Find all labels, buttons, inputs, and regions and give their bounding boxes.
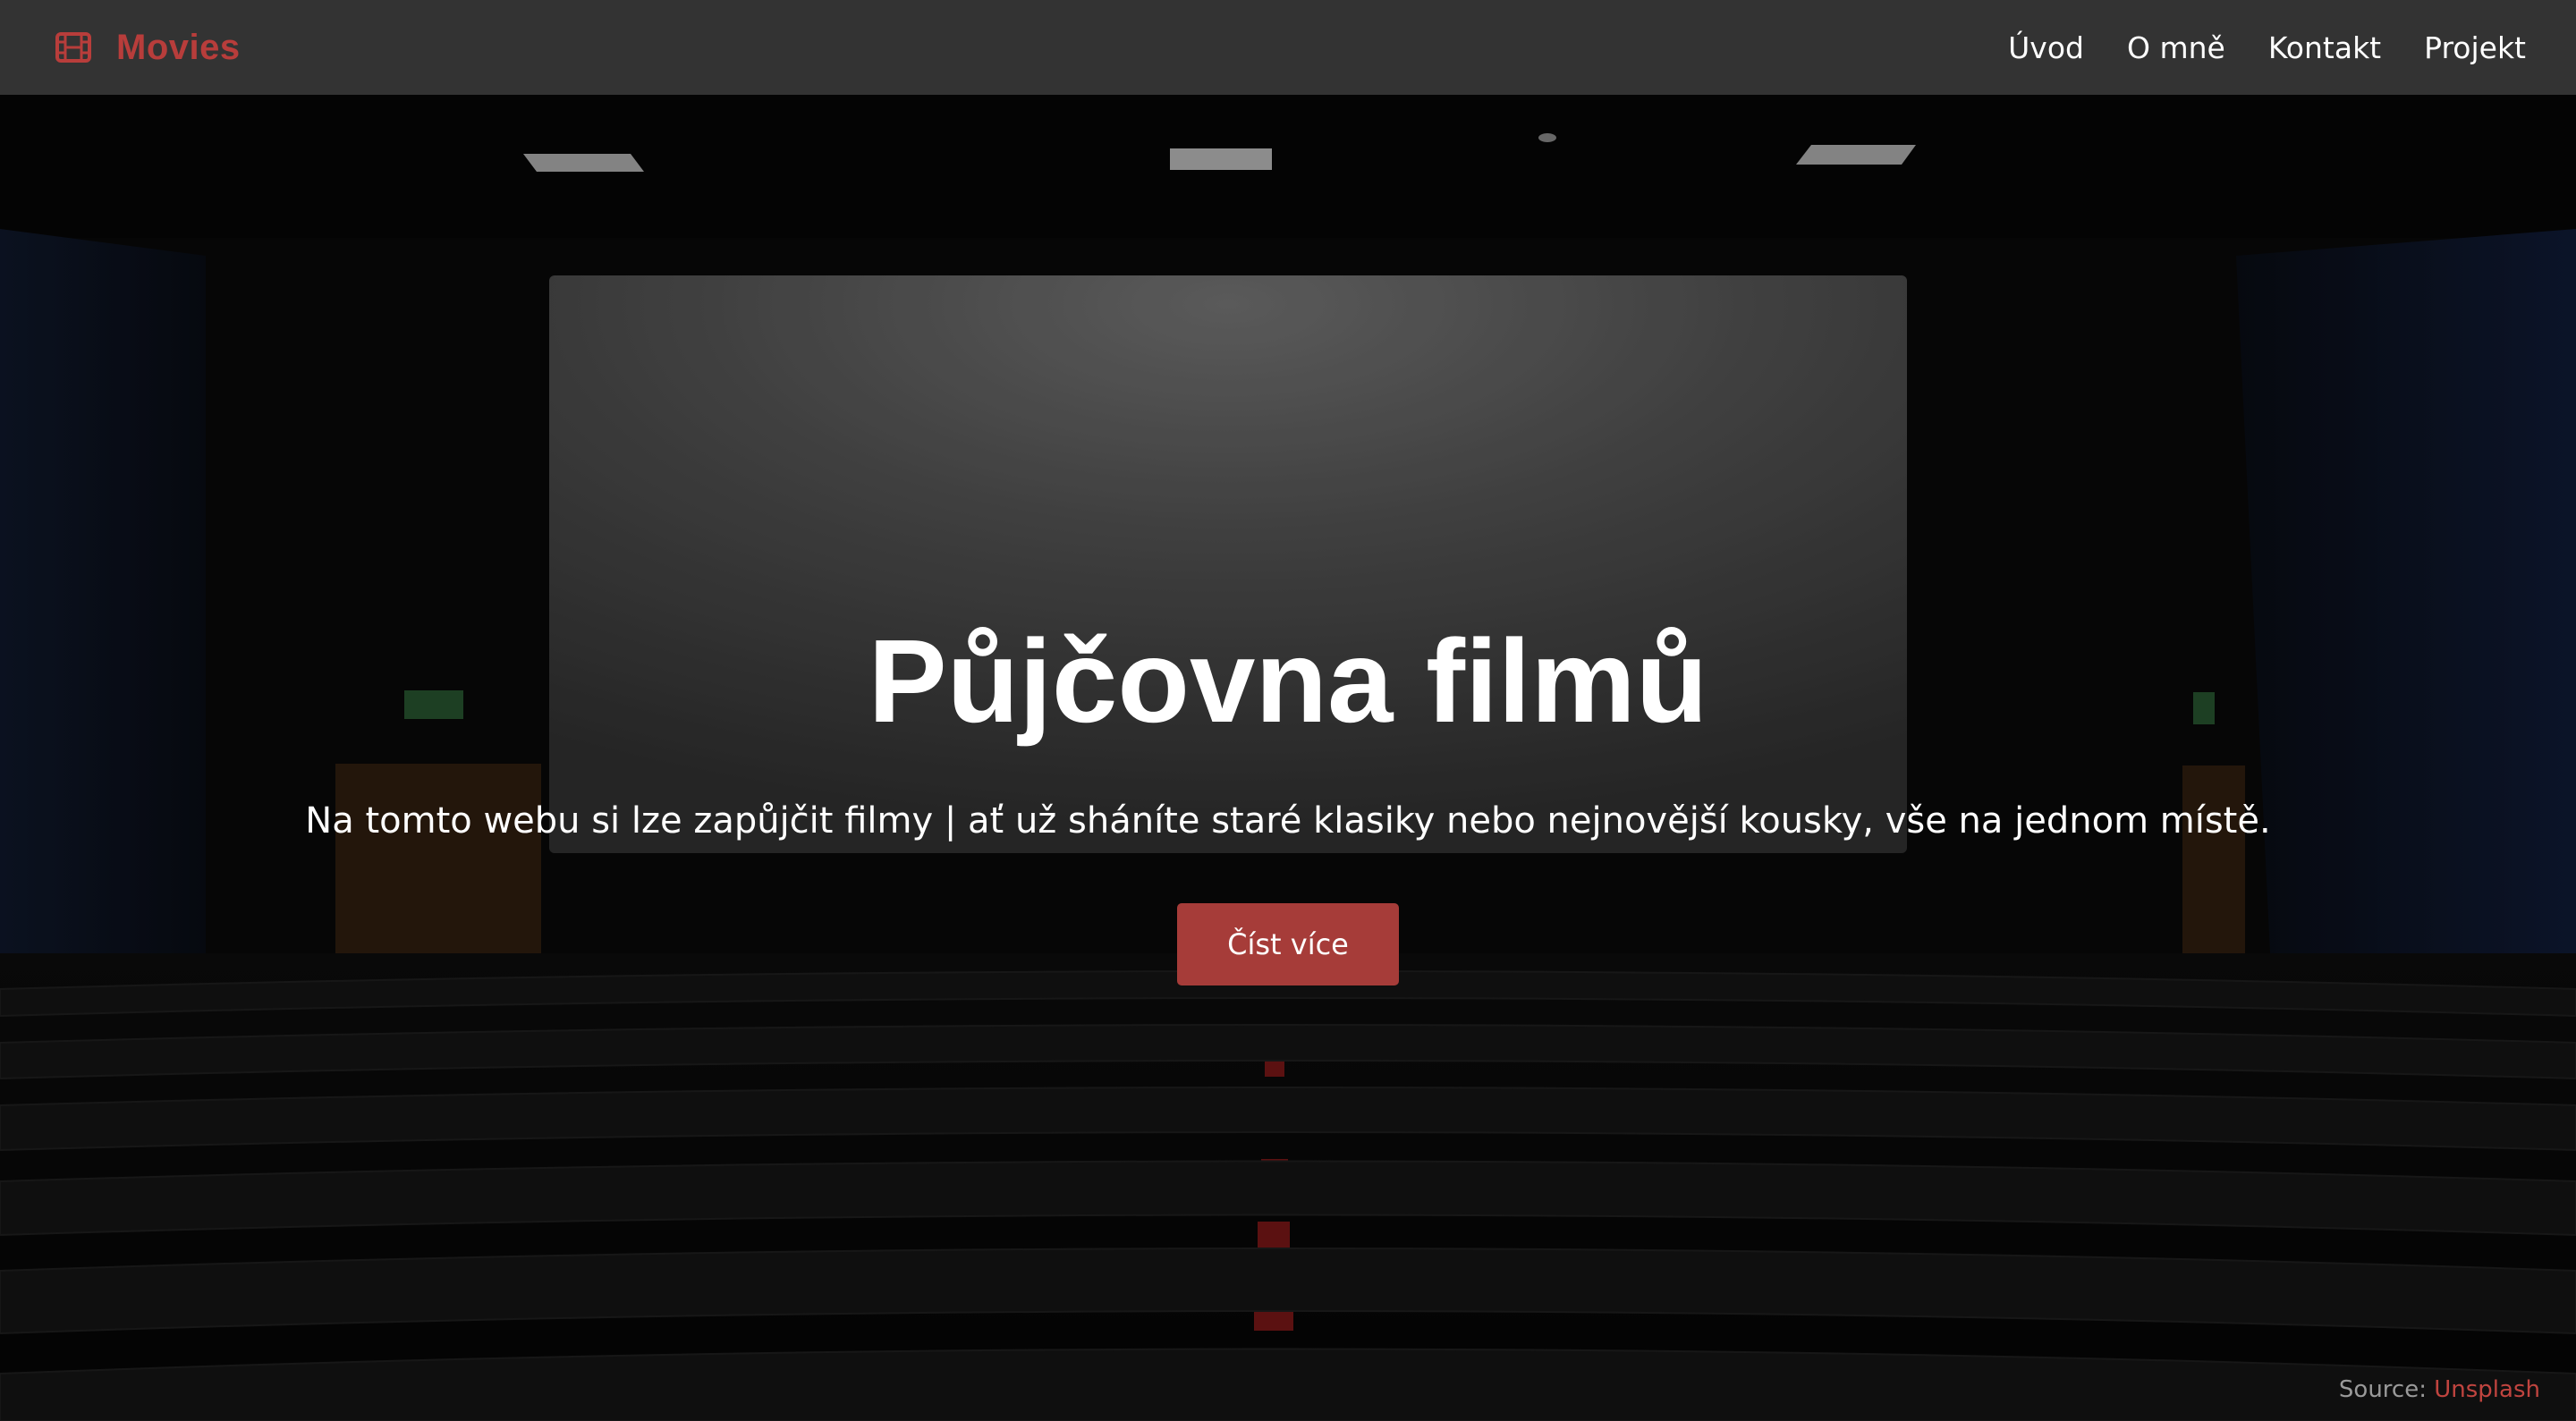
hero-subtitle: Na tomto webu si lze zapůjčit filmy | ať… <box>305 800 2271 842</box>
navbar: Movies Úvod O mně Kontakt Projekt <box>0 0 2576 95</box>
film-icon <box>55 32 91 63</box>
unsplash-link[interactable]: Unsplash <box>2434 1376 2540 1403</box>
source-prefix: Source: <box>2338 1376 2427 1403</box>
nav-link-projekt[interactable]: Projekt <box>2424 30 2526 65</box>
hero-section: Půjčovna filmů Na tomto webu si lze zapů… <box>0 95 2576 1421</box>
cinema-background-image <box>0 95 2576 1421</box>
hero-title: Půjčovna filmů <box>868 615 1708 747</box>
nav-link-kontakt[interactable]: Kontakt <box>2268 30 2381 65</box>
nav-link-o-mne[interactable]: O mně <box>2127 30 2225 65</box>
read-more-button[interactable]: Číst více <box>1177 903 1399 985</box>
image-source-credit: Source: Unsplash <box>2339 1376 2540 1403</box>
brand-logo[interactable]: Movies <box>55 28 241 68</box>
brand-name: Movies <box>116 27 241 67</box>
nav-menu: Úvod O mně Kontakt Projekt <box>2008 30 2526 65</box>
nav-link-uvod[interactable]: Úvod <box>2008 30 2084 65</box>
